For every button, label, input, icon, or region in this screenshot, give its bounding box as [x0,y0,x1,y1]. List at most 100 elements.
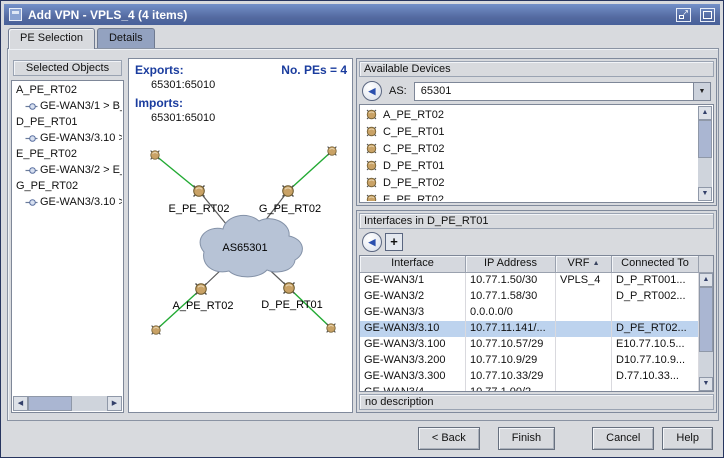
table-cell: 10.77.10.57/29 [466,337,556,353]
table-cell [612,305,699,321]
tree-item-interface[interactable]: GE-WAN3/2 > E_[ [13,162,122,178]
tab-content: Selected Objects A_PE_RT02 GE-WAN3/1 > B… [7,48,719,421]
interfaces-table: Interface IP Address VRF ▲ Connected To … [359,255,714,392]
scroll-down-icon[interactable]: ▼ [699,377,713,391]
table-row[interactable]: GE-WAN3/3 0.0.0.0/0 [360,305,699,321]
tree-item-label: A_PE_RT02 [16,84,77,96]
table-cell: D_P_RT002... [612,289,699,305]
ce-node-icon[interactable] [327,324,336,333]
tab-pe-selection[interactable]: PE Selection [8,28,95,49]
pe-node-label: D_PE_RT01 [261,299,323,311]
pe-node-icon[interactable] [284,283,295,294]
back-arrow-icon[interactable]: ◀ [362,232,382,252]
cancel-button[interactable]: Cancel [592,427,654,450]
table-cell: GE-WAN3/3.10 [360,321,466,337]
table-row[interactable]: GE-WAN3/3.100 10.77.10.57/29 E10.77.10.5… [360,337,699,353]
table-cell: GE-WAN3/4 [360,385,466,391]
help-button[interactable]: Help [662,427,713,450]
table-cell: GE-WAN3/3 [360,305,466,321]
scrollbar-track[interactable] [698,120,712,187]
back-arrow-icon[interactable]: ◀ [362,81,382,101]
device-name: A_PE_RT02 [383,109,444,121]
scrollbar-thumb[interactable] [698,120,712,158]
tree-item-device[interactable]: G_PE_RT02 [13,178,122,194]
detach-window-button[interactable]: ↗ [676,8,691,22]
column-header-vrf-label: VRF [568,257,590,269]
table-row[interactable]: GE-WAN3/1 10.77.1.50/30 VPLS_4 D_P_RT001… [360,273,699,289]
table-row-selected[interactable]: GE-WAN3/3.10 10.77.11.141/... D_PE_RT02.… [360,321,699,337]
column-header-vrf[interactable]: VRF ▲ [556,256,612,273]
scrollbar-thumb[interactable] [699,287,713,352]
as-selector-row: ◀ AS: 65301 ▼ [362,80,711,102]
pe-node-icon[interactable] [283,186,294,197]
table-cell: GE-WAN3/1 [360,273,466,289]
finish-button[interactable]: Finish [498,427,555,450]
router-icon [365,159,378,172]
scroll-left-icon[interactable]: ◀ [13,396,28,411]
scroll-up-icon[interactable]: ▲ [699,273,713,287]
pe-node-icon[interactable] [196,284,207,295]
device-name: C_PE_RT02 [383,143,445,155]
scrollbar-thumb[interactable] [28,396,72,411]
router-icon [365,108,378,121]
table-cell: 10.77.1.50/30 [466,273,556,289]
table-cell [556,385,612,391]
device-list-item[interactable]: C_PE_RT01 [361,123,698,140]
device-list-item[interactable]: E_PE_RT02 [361,191,698,201]
device-list-item[interactable]: C_PE_RT02 [361,140,698,157]
interface-branch-icon [25,164,38,177]
tree-item-device[interactable]: E_PE_RT02 [13,146,122,162]
maximize-window-button[interactable] [700,8,715,22]
tree-item-device[interactable]: D_PE_RT01 [13,114,122,130]
table-cell: E10.77.10.5... [612,337,699,353]
ce-node-icon[interactable] [328,147,337,156]
selected-objects-panel: Selected Objects A_PE_RT02 GE-WAN3/1 > B… [11,58,124,413]
table-row[interactable]: GE-WAN3/4 10.77.1.00/2... [360,385,699,391]
tree-item-label: GE-WAN3/2 > E_[ [40,162,122,178]
column-header-ip-address[interactable]: IP Address [466,256,556,273]
table-row[interactable]: GE-WAN3/3.200 10.77.10.9/29 D10.77.10.9.… [360,353,699,369]
tree-item-interface[interactable]: GE-WAN3/3.10 > [13,130,122,146]
ce-pe-link [288,151,332,191]
chevron-down-icon[interactable]: ▼ [693,83,710,100]
device-list: A_PE_RT02 C_PE_RT01 C_PE_RT02 D_PE_RT01 [359,104,714,203]
tree-item-interface[interactable]: GE-WAN3/3.10 > [13,194,122,210]
back-button[interactable]: < Back [418,427,480,450]
table-row[interactable]: GE-WAN3/3.300 10.77.10.33/29 D.77.10.33.… [360,369,699,385]
tree-item-device[interactable]: A_PE_RT02 [13,82,122,98]
scrollbar-track[interactable] [28,396,107,411]
table-scrollbar[interactable]: ▲ ▼ [699,273,713,391]
device-list-item[interactable]: D_PE_RT01 [361,157,698,174]
table-row[interactable]: GE-WAN3/2 10.77.1.58/30 D_P_RT002... [360,289,699,305]
device-name: E_PE_RT02 [383,194,444,202]
scroll-up-icon[interactable]: ▲ [698,106,712,120]
device-list-scrollbar[interactable]: ▲ ▼ [698,106,712,201]
plus-icon[interactable]: + [385,233,403,251]
column-header-connected-to[interactable]: Connected To [612,256,699,273]
table-cell: GE-WAN3/3.300 [360,369,466,385]
tree-item-interface[interactable]: GE-WAN3/1 > B_I [13,98,122,114]
device-list-item[interactable]: A_PE_RT02 [361,106,698,123]
table-cell [556,289,612,305]
scroll-right-icon[interactable]: ▶ [107,396,122,411]
scrollbar-track[interactable] [699,287,713,377]
tab-details[interactable]: Details [97,28,155,48]
column-header-interface[interactable]: Interface [360,256,466,273]
as-combobox[interactable]: 65301 ▼ [414,82,711,101]
interfaces-panel: Interfaces in D_PE_RT01 ◀ + Interface IP… [356,210,717,413]
table-cell [556,337,612,353]
ce-node-icon[interactable] [152,326,161,335]
available-devices-title: Available Devices [359,61,714,77]
tree-horizontal-scrollbar[interactable]: ◀ ▶ [13,396,122,411]
device-list-item[interactable]: D_PE_RT02 [361,174,698,191]
scroll-down-icon[interactable]: ▼ [698,187,712,201]
device-name: C_PE_RT01 [383,126,445,138]
ce-node-icon[interactable] [151,151,160,160]
window-title: Add VPN - VPLS_4 (4 items) [28,8,187,22]
table-cell: 10.77.1.00/2... [466,385,556,391]
table-cell [556,305,612,321]
tab-bar: PE Selection Details [8,28,155,49]
interface-branch-icon [25,132,38,145]
pe-node-icon[interactable] [194,186,205,197]
table-cell [556,353,612,369]
